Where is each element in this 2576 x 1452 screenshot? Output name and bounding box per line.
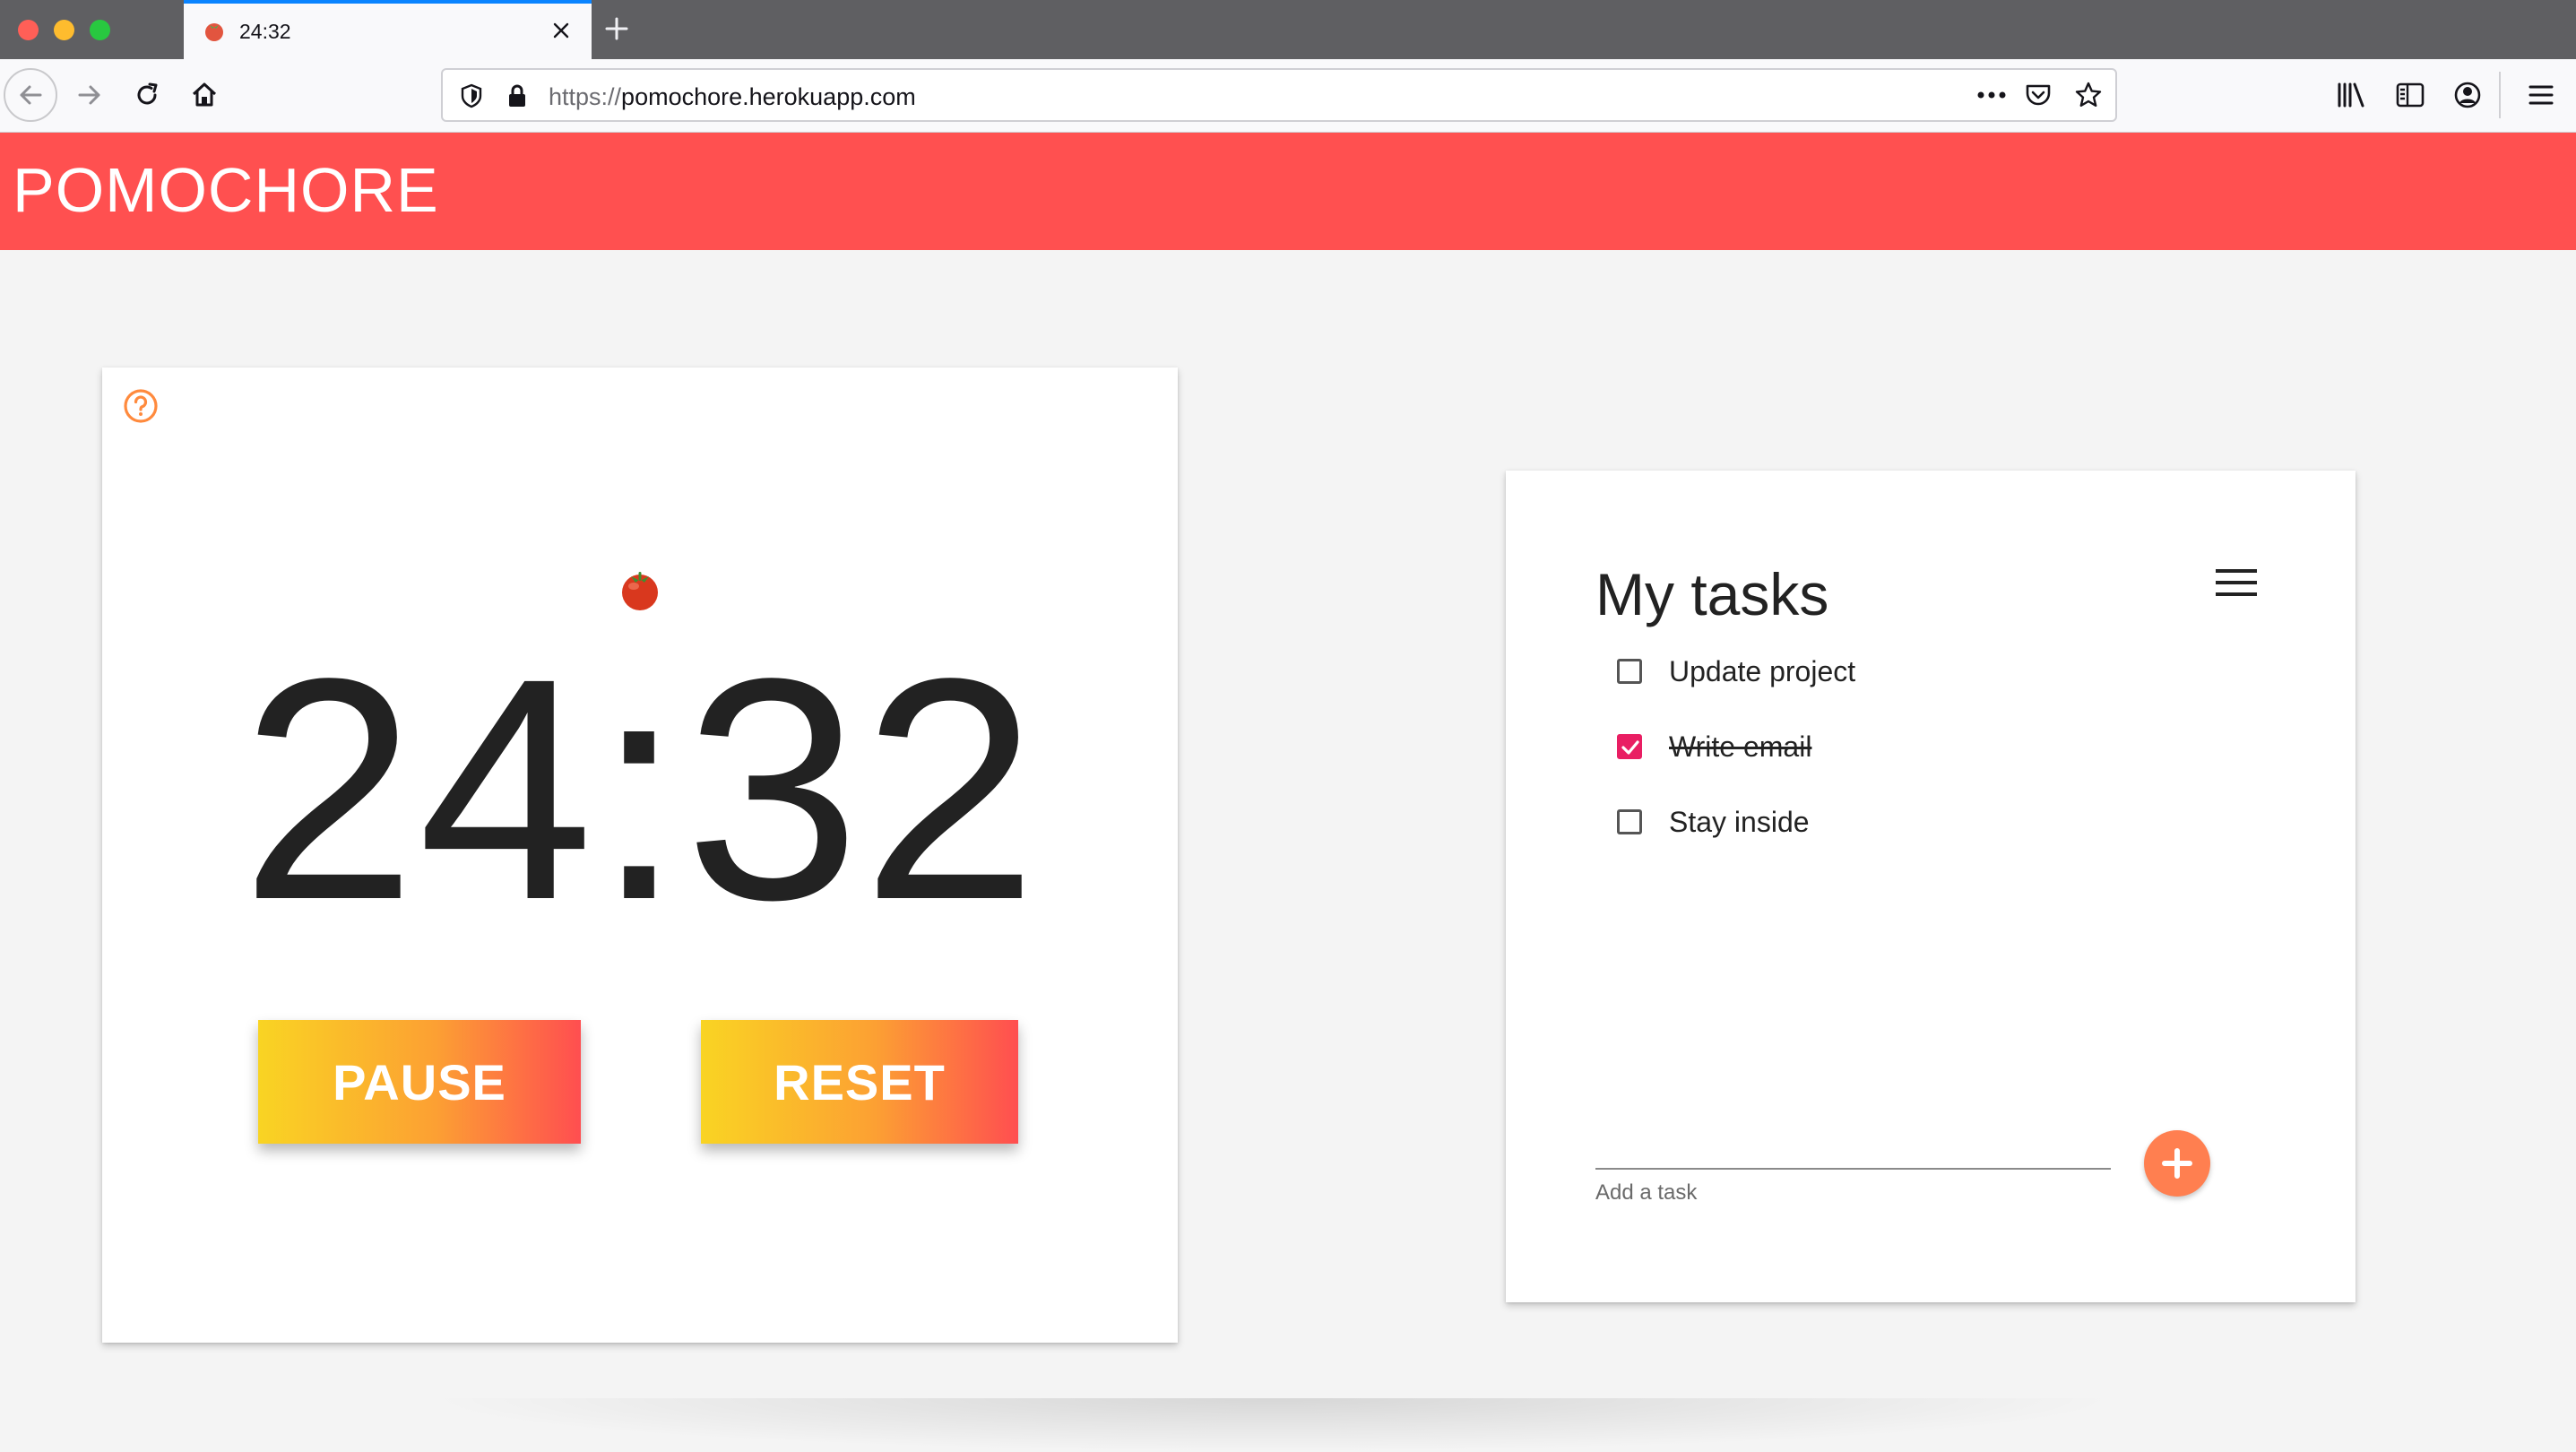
browser-tab-bar: 24:32	[0, 0, 2576, 59]
tasks-title: My tasks	[1595, 561, 1829, 627]
reload-icon	[137, 82, 158, 105]
plus-icon	[2162, 1148, 2192, 1179]
url-bar[interactable]: https://pomochore.herokuapp.com	[441, 68, 2117, 122]
task-label: Stay inside	[1669, 805, 1810, 838]
add-task-input[interactable]	[1595, 1116, 2114, 1168]
close-tab-icon[interactable]	[549, 18, 574, 43]
task-menu-icon[interactable]	[2214, 564, 2259, 601]
toolbar-divider	[2499, 72, 2501, 118]
task-label: Update project	[1669, 654, 1856, 687]
url-text[interactable]: https://pomochore.herokuapp.com	[549, 83, 916, 111]
task-item[interactable]: Update project	[1617, 649, 2155, 694]
hamburger-menu-icon[interactable]	[2528, 82, 2554, 108]
home-icon	[192, 82, 217, 107]
more-actions-icon[interactable]	[1975, 88, 2008, 102]
add-task-button[interactable]	[2144, 1130, 2210, 1197]
question-circle-icon[interactable]	[122, 387, 160, 425]
lock-icon[interactable]	[506, 82, 529, 109]
app-header: POMOCHORE	[0, 133, 2576, 250]
timer-card: 24:32 PAUSE RESET	[102, 367, 1178, 1343]
pocket-icon[interactable]	[2024, 82, 2053, 108]
task-checkbox[interactable]	[1617, 659, 1642, 684]
tab-title: 24:32	[239, 20, 291, 43]
reset-button[interactable]: RESET	[701, 1020, 1018, 1144]
timer-display: 24:32	[240, 612, 1040, 965]
arrow-left-icon	[20, 85, 42, 105]
task-label: Write email	[1669, 730, 1812, 763]
new-tab-icon[interactable]	[602, 14, 631, 43]
reload-button[interactable]	[127, 75, 167, 115]
tomato-favicon-icon	[205, 23, 223, 41]
star-icon[interactable]	[2074, 81, 2103, 109]
add-task-label: Add a task	[1595, 1180, 1698, 1205]
bottom-card-shadow	[421, 1398, 2124, 1452]
url-scheme: https://	[549, 83, 622, 110]
arrow-right-icon	[78, 85, 100, 105]
pause-button[interactable]: PAUSE	[258, 1020, 581, 1144]
task-item[interactable]: Write email	[1617, 724, 2155, 769]
checkmark-icon	[1621, 740, 1639, 755]
browser-nav-bar: https://pomochore.herokuapp.com	[0, 59, 2576, 133]
task-item[interactable]: Stay inside	[1617, 799, 2155, 844]
sidebar-icon[interactable]	[2395, 81, 2425, 109]
app-title: POMOCHORE	[13, 155, 439, 225]
tracking-shield-icon[interactable]	[459, 82, 484, 109]
maximize-window-button[interactable]	[90, 20, 110, 40]
forward-button[interactable]	[70, 75, 109, 115]
url-host: pomochore.herokuapp.com	[621, 83, 916, 110]
back-button[interactable]	[4, 68, 57, 122]
add-task-underline	[1595, 1168, 2111, 1170]
minimize-window-button[interactable]	[54, 20, 74, 40]
task-checkbox[interactable]	[1617, 809, 1642, 834]
task-checkbox[interactable]	[1617, 734, 1642, 759]
account-icon[interactable]	[2452, 80, 2483, 110]
tasks-card: My tasks Update project Write email Stay…	[1506, 471, 2356, 1302]
home-button[interactable]	[185, 75, 224, 115]
close-window-button[interactable]	[18, 20, 39, 40]
library-icon[interactable]	[2336, 81, 2368, 109]
browser-tab[interactable]: 24:32	[184, 0, 592, 59]
